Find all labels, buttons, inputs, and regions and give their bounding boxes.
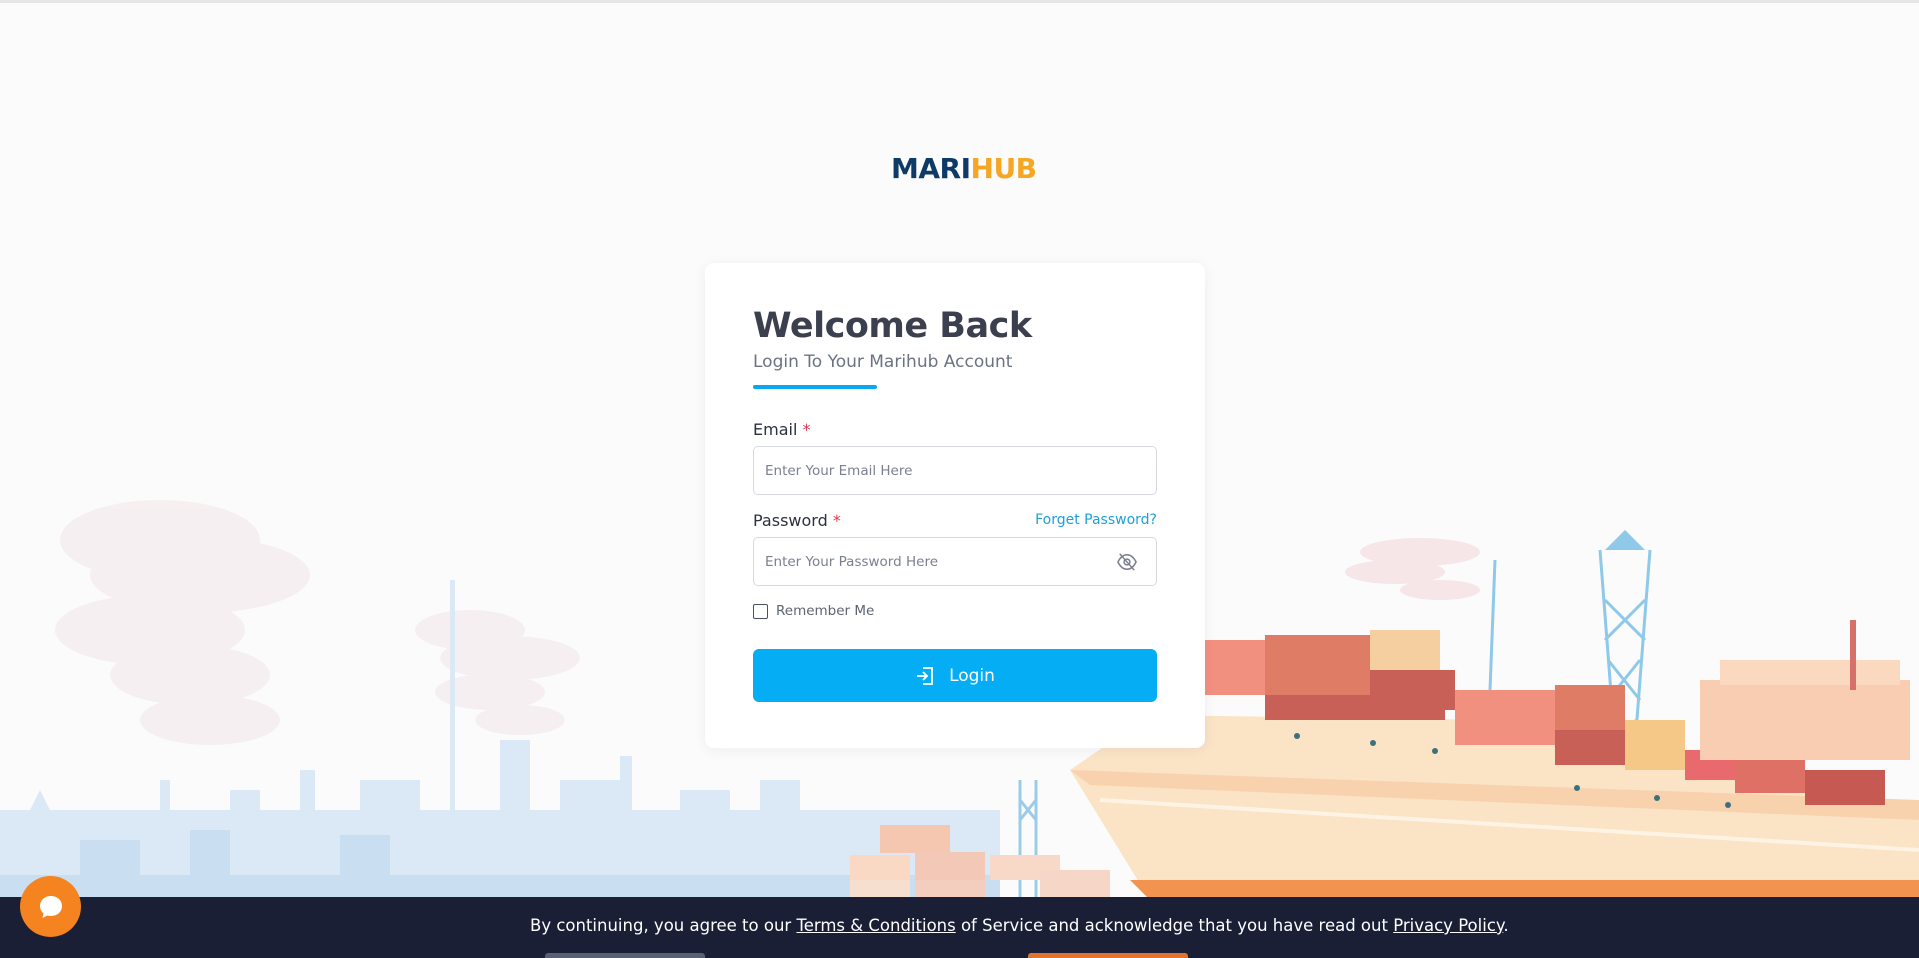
privacy-policy-link[interactable]: Privacy Policy xyxy=(1393,916,1503,935)
consent-bar: By continuing, you agree to our Terms & … xyxy=(0,897,1919,958)
login-button-label: Login xyxy=(949,665,995,686)
consent-accept-button[interactable] xyxy=(1028,953,1188,958)
consent-prefix: By continuing, you agree to our xyxy=(530,916,797,935)
page-subtitle: Login To Your Marihub Account xyxy=(753,352,1013,372)
terms-link[interactable]: Terms & Conditions xyxy=(796,916,955,935)
consent-suffix: . xyxy=(1503,916,1509,935)
logo-part-1: MARI xyxy=(891,152,971,185)
login-arrow-icon xyxy=(917,666,933,685)
page-title: Welcome Back xyxy=(753,306,1032,346)
email-label: Email * xyxy=(753,420,810,439)
password-label-text: Password xyxy=(753,511,828,530)
eye-off-icon[interactable] xyxy=(1116,552,1138,572)
email-label-text: Email xyxy=(753,420,798,439)
required-mark: * xyxy=(802,420,811,439)
forgot-password-link[interactable]: Forget Password? xyxy=(1035,512,1157,528)
chat-bubble-icon xyxy=(39,895,62,918)
top-border xyxy=(0,0,1919,3)
remember-me-label: Remember Me xyxy=(776,603,875,619)
remember-me[interactable]: Remember Me xyxy=(753,603,874,619)
chat-button[interactable] xyxy=(20,876,81,937)
marihub-logo: MARIHUB xyxy=(891,152,1037,185)
required-mark: * xyxy=(832,511,841,530)
password-field[interactable] xyxy=(754,538,1105,585)
login-button[interactable]: Login xyxy=(753,649,1157,702)
consent-decline-button[interactable] xyxy=(545,953,705,958)
title-underline xyxy=(753,385,877,389)
email-field[interactable] xyxy=(754,447,1105,494)
consent-middle: of Service and acknowledge that you have… xyxy=(955,916,1394,935)
remember-me-checkbox[interactable] xyxy=(753,603,768,619)
password-field-wrapper xyxy=(753,537,1157,586)
logo-part-2: HUB xyxy=(970,152,1038,185)
login-card: Welcome Back Login To Your Marihub Accou… xyxy=(705,263,1205,748)
email-field-wrapper xyxy=(753,446,1157,495)
consent-text: By continuing, you agree to our Terms & … xyxy=(530,916,1509,935)
password-label: Password * xyxy=(753,511,841,530)
